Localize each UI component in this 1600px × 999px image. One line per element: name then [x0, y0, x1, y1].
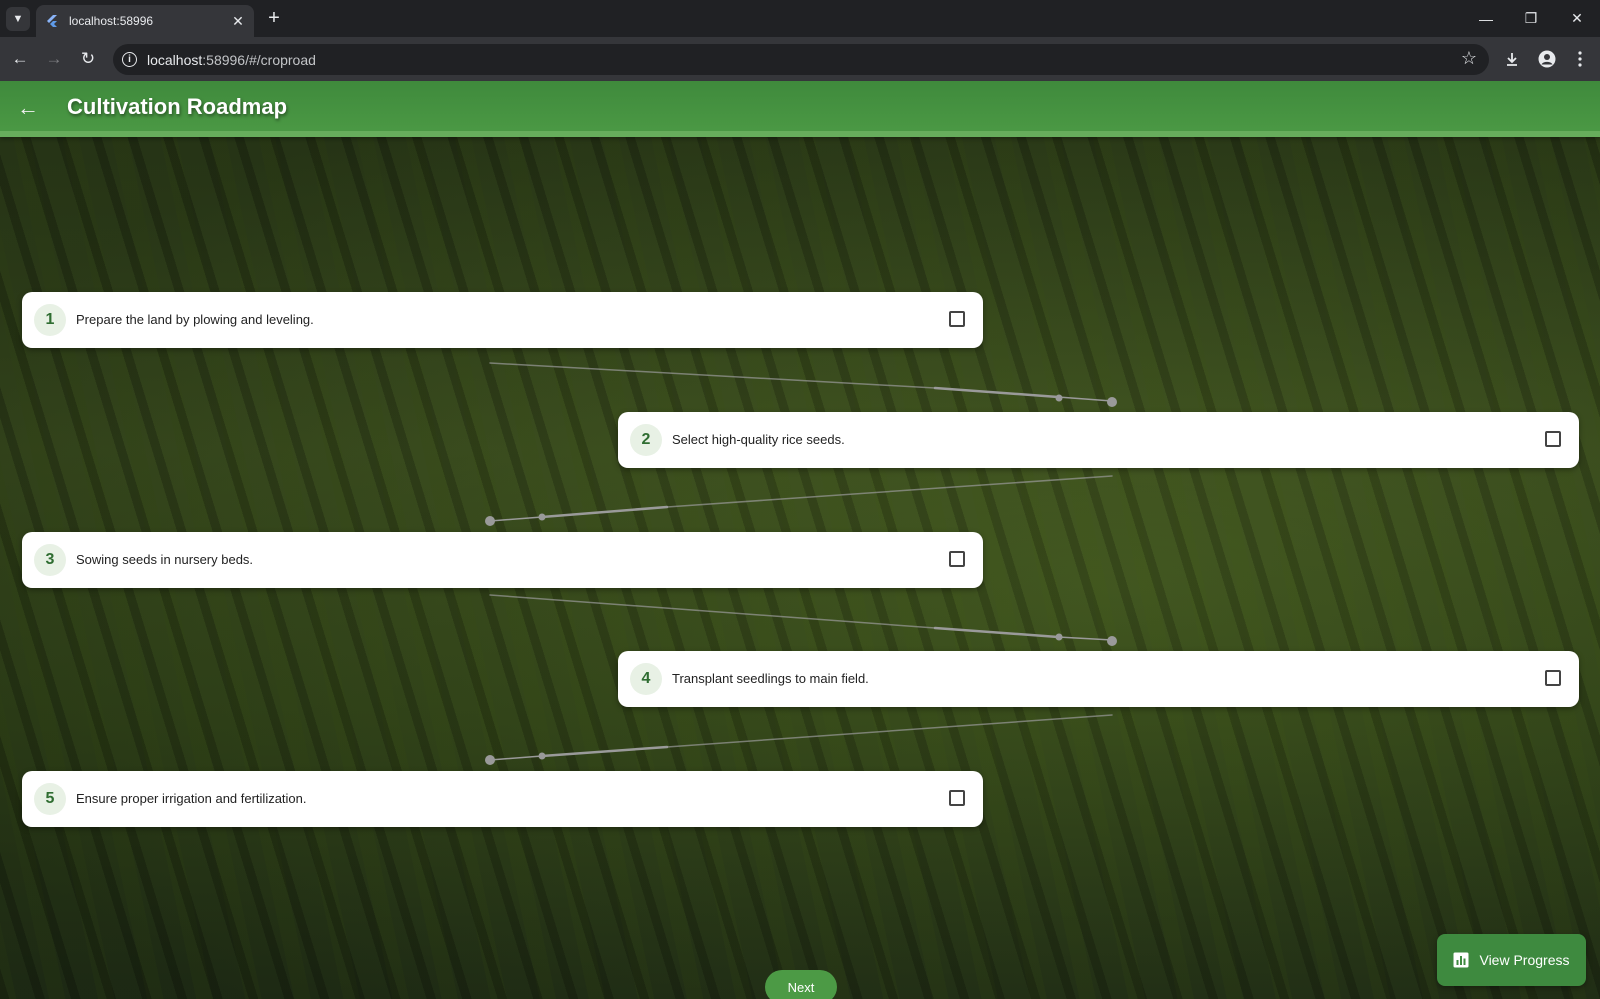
download-icon[interactable] — [1498, 45, 1526, 73]
connector-line — [933, 386, 1060, 399]
flutter-favicon-icon — [44, 13, 60, 29]
browser-toolbar: ← → ↻ i localhost:58996/#/croproad ☆ — [0, 37, 1600, 81]
step-description: Transplant seedlings to main field. — [672, 671, 869, 686]
connector-line — [540, 745, 669, 758]
new-tab-icon[interactable]: + — [262, 7, 286, 31]
page-title: Cultivation Roadmap — [67, 94, 288, 119]
view-progress-label: View Progress — [1479, 952, 1570, 968]
url-text: localhost:58996/#/croproad — [147, 51, 316, 68]
step-number-badge: 5 — [34, 783, 66, 815]
step-number-badge: 4 — [630, 663, 662, 695]
window-close-icon[interactable]: ✕ — [1554, 0, 1600, 37]
connector-line — [666, 714, 1113, 748]
reload-icon[interactable]: ↻ — [74, 45, 102, 73]
step-description: Sowing seeds in nursery beds. — [76, 552, 254, 567]
app-bar-stripe — [0, 131, 1600, 137]
step-card-4[interactable]: 4 Transplant seedlings to main field. — [618, 651, 1579, 707]
connector-line — [489, 755, 543, 761]
browser-tabstrip: ▼ localhost:58996 ✕ + — ❐ ✕ — [0, 0, 1600, 37]
step-checkbox[interactable] — [949, 551, 965, 567]
tab-search-chevron-icon[interactable]: ▼ — [6, 7, 30, 31]
minimize-icon[interactable]: — — [1463, 0, 1509, 37]
connector-dot — [1055, 394, 1063, 402]
connector-dot — [1055, 633, 1063, 641]
connector-dot — [485, 755, 495, 765]
menu-kebab-icon[interactable] — [1566, 45, 1594, 73]
app-bar: ← Cultivation Roadmap — [0, 81, 1600, 137]
restore-icon[interactable]: ❐ — [1508, 0, 1554, 37]
step-card-1[interactable]: 1 Prepare the land by plowing and leveli… — [22, 292, 983, 348]
back-arrow-icon[interactable]: ← — [12, 92, 44, 124]
connector-line — [1057, 396, 1113, 402]
tab-close-icon[interactable]: ✕ — [230, 13, 246, 30]
app-body: ← Cultivation Roadmap 1 Prepare the land… — [0, 81, 1600, 999]
connector-line — [489, 594, 936, 629]
step-description: Select high-quality rice seeds. — [672, 432, 845, 447]
connector-dot — [485, 516, 495, 526]
step-card-3[interactable]: 3 Sowing seeds in nursery beds. — [22, 532, 983, 588]
bar-chart-icon — [1453, 952, 1469, 968]
forward-nav-icon[interactable]: → — [40, 45, 68, 73]
connector-dot — [538, 752, 546, 760]
step-checkbox[interactable] — [1545, 670, 1561, 686]
step-description: Prepare the land by plowing and leveling… — [76, 312, 314, 327]
connector-line — [489, 362, 936, 389]
step-number-badge: 1 — [34, 304, 66, 336]
connector-dot — [1107, 397, 1117, 407]
step-description: Ensure proper irrigation and fertilizati… — [76, 791, 307, 806]
site-info-icon[interactable]: i — [122, 52, 137, 67]
step-number-badge: 3 — [34, 544, 66, 576]
step-checkbox[interactable] — [949, 311, 965, 327]
step-checkbox[interactable] — [949, 790, 965, 806]
step-card-5[interactable]: 5 Ensure proper irrigation and fertiliza… — [22, 771, 983, 827]
step-card-2[interactable]: 2 Select high-quality rice seeds. — [618, 412, 1579, 468]
step-checkbox[interactable] — [1545, 431, 1561, 447]
profile-icon[interactable] — [1533, 45, 1561, 73]
connector-line — [1057, 636, 1113, 641]
connector-line — [540, 505, 669, 519]
browser-tab[interactable]: localhost:58996 ✕ — [36, 5, 254, 37]
tab-title: localhost:58996 — [69, 14, 154, 28]
connector-dot — [538, 513, 546, 521]
step-number-badge: 2 — [630, 424, 662, 456]
back-nav-icon[interactable]: ← — [6, 45, 34, 73]
address-bar[interactable]: i localhost:58996/#/croproad ☆ — [113, 44, 1489, 75]
next-button[interactable]: Next — [765, 970, 837, 999]
connector-line — [666, 475, 1113, 508]
bookmark-star-icon[interactable]: ☆ — [1461, 48, 1477, 69]
view-progress-button[interactable]: View Progress — [1437, 934, 1586, 986]
connector-dot — [1107, 636, 1117, 646]
connector-line — [933, 626, 1060, 639]
connector-line — [489, 516, 543, 522]
